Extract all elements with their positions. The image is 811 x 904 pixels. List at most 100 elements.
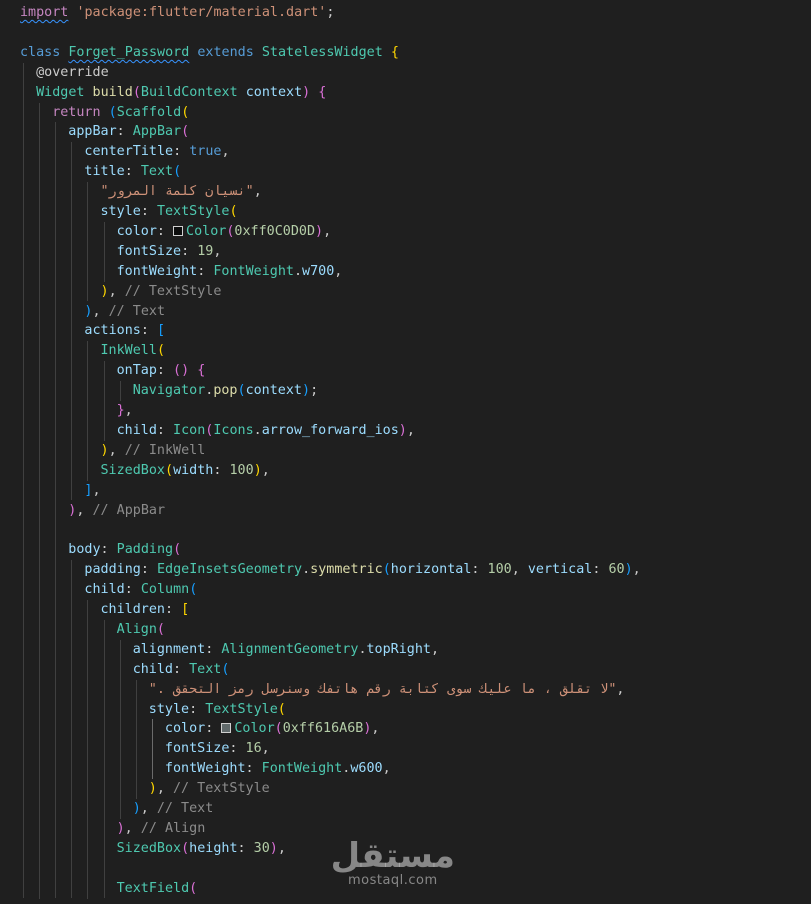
code-line: alignment: AlignmentGeometry.topRight, bbox=[133, 640, 439, 660]
code-token: : bbox=[237, 840, 254, 856]
code-token: ) bbox=[116, 820, 125, 836]
code-line: InkWell( bbox=[101, 341, 166, 361]
indent-guide bbox=[119, 639, 121, 819]
indent-guide bbox=[55, 122, 57, 899]
code-token: true bbox=[189, 144, 222, 160]
indent-guide bbox=[151, 719, 153, 780]
code-token: children bbox=[100, 602, 166, 617]
code-token: appBar bbox=[68, 124, 117, 140]
code-token: child bbox=[84, 582, 125, 598]
indent-guide bbox=[119, 381, 121, 401]
code-token: // TextStyle bbox=[172, 781, 270, 797]
code-token: vertical bbox=[527, 562, 593, 578]
indent-guide bbox=[87, 341, 89, 481]
code-token: : bbox=[205, 721, 222, 737]
code-token: : bbox=[592, 562, 609, 578]
code-token: , bbox=[221, 144, 230, 160]
indent-guide bbox=[71, 142, 73, 501]
code-line: "لا تقلق ، ما عليك سوى كتابة رقم هاتفك و… bbox=[149, 680, 625, 700]
watermark-url: mostaql.com bbox=[347, 873, 438, 888]
code-token: // AppBar bbox=[92, 502, 166, 518]
code-line: fontWeight: FontWeight.w600, bbox=[165, 759, 391, 779]
code-token: , bbox=[261, 462, 270, 478]
color-swatch-icon[interactable] bbox=[221, 723, 232, 734]
code-line: ), // Text bbox=[133, 799, 214, 819]
code-token: // InkWell bbox=[124, 442, 206, 458]
code-line: class Forget_Password extends StatelessW… bbox=[20, 43, 399, 63]
code-token: . bbox=[293, 263, 303, 279]
code-line: ), // AppBar bbox=[68, 501, 165, 521]
code-token: , bbox=[124, 820, 141, 836]
code-token: , bbox=[92, 303, 109, 319]
code-token: : bbox=[100, 542, 117, 558]
code-token: : bbox=[124, 582, 141, 598]
code-token: Padding bbox=[116, 542, 174, 558]
code-line: style: TextStyle( bbox=[101, 202, 238, 222]
watermark-logo: مستقل bbox=[330, 836, 455, 876]
code-token: : bbox=[213, 462, 230, 478]
code-token: : bbox=[173, 661, 190, 677]
code-token: BuildContext bbox=[140, 84, 238, 100]
code-line: SizedBox(height: 30), bbox=[117, 839, 286, 859]
code-token: onTap bbox=[116, 363, 157, 379]
code-token: centerTitle bbox=[84, 144, 174, 160]
code-token: : bbox=[229, 741, 246, 757]
code-token: , bbox=[140, 801, 157, 816]
code-editor[interactable]: import 'package:flutter/material.dart'; c… bbox=[0, 0, 811, 904]
code-token: Color bbox=[234, 721, 275, 737]
code-token: return bbox=[52, 104, 101, 120]
code-token: EdgeInsetsGeometry bbox=[156, 562, 303, 578]
code-line: color: Color(0xff0C0D0D), bbox=[117, 222, 332, 242]
code-token: . bbox=[302, 562, 311, 578]
code-token: , bbox=[108, 442, 125, 458]
code-token: @override bbox=[36, 64, 109, 80]
code-line: Widget build(BuildContext context) { bbox=[36, 83, 326, 103]
code-line: @override bbox=[36, 63, 109, 83]
code-token: 0xff0C0D0D bbox=[234, 223, 316, 239]
code-token: 100 bbox=[487, 562, 512, 578]
code-token: ) bbox=[100, 283, 109, 299]
code-token: TextField bbox=[116, 880, 190, 896]
code-line: SizedBox(width: 100), bbox=[101, 461, 270, 481]
code-token: : bbox=[165, 602, 182, 617]
code-token: ( bbox=[156, 343, 165, 359]
code-token: arrow_forward_ios bbox=[261, 422, 399, 438]
code-line: ), // InkWell bbox=[101, 441, 206, 461]
code-token: ( bbox=[382, 562, 391, 578]
code-token: context bbox=[245, 84, 303, 100]
code-line: }, bbox=[117, 401, 133, 421]
code-token: . bbox=[358, 641, 367, 657]
code-token: InkWell bbox=[100, 343, 157, 359]
code-token: body bbox=[68, 542, 101, 558]
code-token: // Text bbox=[108, 303, 166, 319]
indent-guide bbox=[103, 221, 105, 282]
code-token: ) bbox=[315, 223, 324, 239]
code-line: Navigator.pop(context); bbox=[133, 381, 318, 401]
code-token: { bbox=[197, 363, 206, 379]
code-line: title: Text( bbox=[84, 162, 181, 182]
code-token: TextStyle bbox=[156, 204, 230, 219]
code-token: : bbox=[197, 263, 214, 279]
code-line: fontSize: 19, bbox=[117, 242, 222, 262]
code-token: height bbox=[189, 840, 238, 856]
code-token: build bbox=[92, 84, 133, 100]
indent-guide bbox=[39, 102, 41, 899]
code-token: ) bbox=[253, 462, 262, 478]
code-token: Icons bbox=[213, 422, 254, 438]
code-token: : bbox=[156, 422, 174, 438]
code-token: : bbox=[140, 562, 157, 578]
code-token: title bbox=[84, 164, 125, 180]
code-token: : bbox=[173, 144, 190, 160]
code-line: child: Icon(Icons.arrow_forward_ios), bbox=[117, 421, 415, 441]
code-token: child bbox=[132, 661, 173, 677]
code-token: Icon bbox=[173, 422, 206, 438]
code-token: 'package:flutter/material.dart' bbox=[76, 5, 327, 20]
code-token: ) bbox=[269, 840, 278, 856]
code-token: ( bbox=[181, 104, 190, 120]
color-swatch-icon[interactable] bbox=[173, 225, 184, 236]
